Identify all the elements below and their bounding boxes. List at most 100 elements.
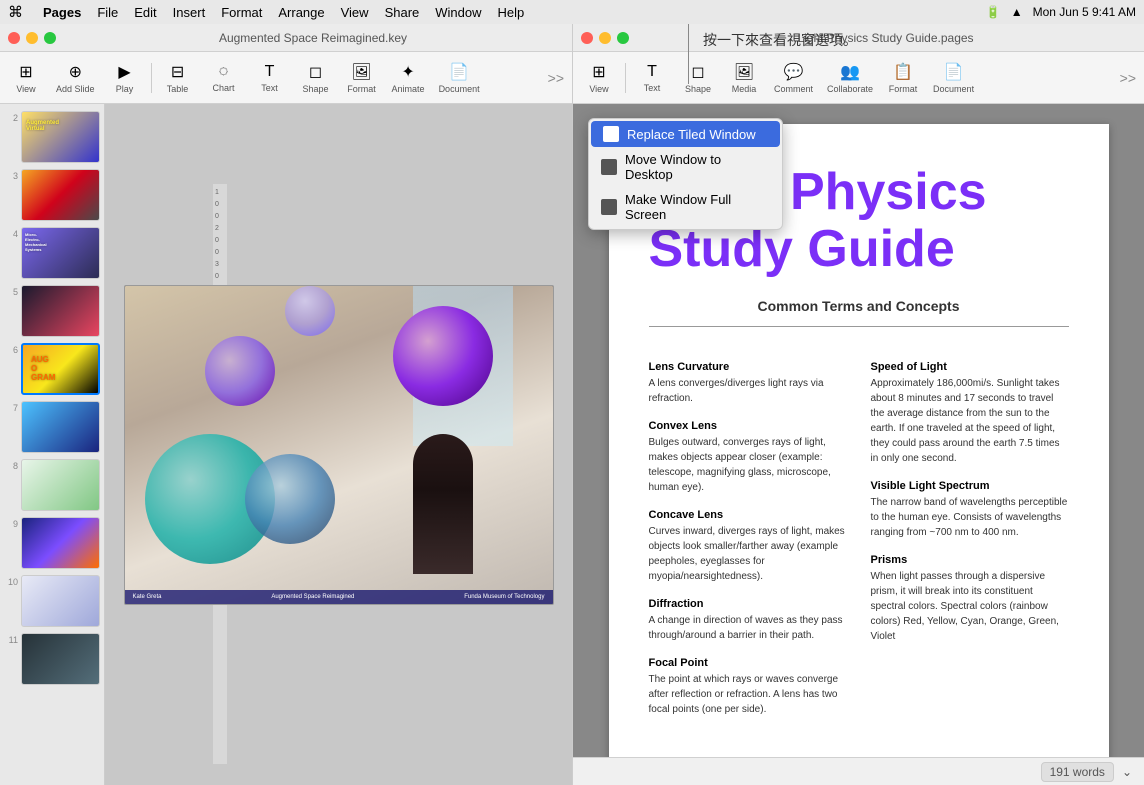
footer-left: Kate Greta — [133, 594, 162, 600]
toolbar-view[interactable]: ⊞View — [4, 58, 48, 98]
pages-window-title: Light Physics Study Guide.pages — [635, 31, 1136, 45]
pages-min-button[interactable] — [599, 32, 611, 44]
toolbar-text[interactable]: TText — [248, 59, 292, 97]
move-to-desktop-item[interactable]: Move Window to Desktop — [589, 147, 782, 187]
toolbar-animate[interactable]: ✦Animate — [386, 58, 431, 98]
sphere-violet — [205, 336, 275, 406]
term-def: Curves inward, diverges rays of light, m… — [649, 524, 847, 584]
make-fullscreen-item[interactable]: Make Window Full Screen — [589, 187, 782, 227]
keynote-window: Augmented Space Reimagined.key ⊞View ⊕Ad… — [0, 24, 573, 785]
sep1 — [625, 63, 626, 93]
sphere-blue — [245, 454, 335, 544]
list-item[interactable]: 8 — [0, 456, 104, 514]
menu-edit[interactable]: Edit — [134, 5, 156, 20]
pages-toolbar-comment[interactable]: 💬Comment — [768, 58, 819, 98]
list-item[interactable]: 5 — [0, 282, 104, 340]
window-options-dropdown[interactable]: Replace Tiled Window Move Window to Desk… — [588, 118, 783, 230]
apple-menu[interactable]: ⌘ — [8, 3, 23, 21]
pages-max-button[interactable] — [617, 32, 629, 44]
split-layout: Augmented Space Reimagined.key ⊞View ⊕Ad… — [0, 24, 1144, 785]
move-window-icon — [601, 159, 617, 175]
slide-person — [413, 434, 473, 574]
toolbar-expand[interactable]: >> — [544, 66, 568, 90]
pages-toolbar-shape[interactable]: ◻Shape — [676, 58, 720, 98]
term-label: Diffraction — [649, 598, 847, 610]
pages-close-button[interactable] — [581, 32, 593, 44]
word-count[interactable]: 191 words — [1041, 762, 1114, 782]
move-desktop-label: Move Window to Desktop — [625, 152, 770, 182]
menubar: ⌘ Pages File Edit Insert Format Arrange … — [0, 0, 1144, 24]
term-label: Lens Curvature — [649, 361, 847, 373]
term-label: Focal Point — [649, 657, 847, 669]
pages-toolbar-format[interactable]: 📋Format — [881, 58, 925, 98]
term-def: The narrow band of wavelengths perceptib… — [871, 495, 1069, 540]
list-item[interactable]: 3 — [0, 166, 104, 224]
slide-main: Kate Greta Augmented Space Reimagined Fu… — [124, 285, 554, 605]
menu-pages[interactable]: Pages — [43, 5, 81, 20]
pages-toolbar-document[interactable]: 📄Document — [927, 58, 980, 98]
slide-footer: Kate Greta Augmented Space Reimagined Fu… — [125, 590, 553, 604]
minimize-button[interactable] — [26, 32, 38, 44]
doc-terms-grid: Lens Curvature A lens converges/diverges… — [649, 347, 1069, 717]
toolbar-table[interactable]: ⊟Table — [156, 58, 200, 98]
view-icon: ⊞ — [19, 62, 32, 82]
keynote-window-title: Augmented Space Reimagined.key — [62, 31, 564, 45]
chevron-up-down-icon[interactable]: ⌄ — [1122, 765, 1132, 779]
menu-insert[interactable]: Insert — [173, 5, 206, 20]
toolbar-add-slide[interactable]: ⊕Add Slide — [50, 58, 101, 98]
pages-toolbar-text[interactable]: TText — [630, 59, 674, 97]
menu-window[interactable]: Window — [435, 5, 481, 20]
datetime: Mon Jun 5 9:41 AM — [1033, 5, 1136, 19]
tooltip-line — [688, 24, 689, 84]
fullscreen-label: Make Window Full Screen — [625, 192, 770, 222]
pages-toolbar-collaborate[interactable]: 👥Collaborate — [821, 58, 879, 98]
term-label: Concave Lens — [649, 509, 847, 521]
replace-window-icon — [603, 126, 619, 142]
animate-icon: ✦ — [401, 62, 414, 82]
sphere-lavender — [285, 286, 335, 336]
menu-arrange[interactable]: Arrange — [278, 5, 324, 20]
menubar-right: 🔋 ▲ Mon Jun 5 9:41 AM — [986, 5, 1136, 19]
doc-divider — [649, 326, 1069, 327]
pages-toolbar-media[interactable]: 🖼Media — [722, 58, 766, 98]
term-def: When light passes through a dispersive p… — [871, 569, 1069, 644]
list-item[interactable]: 7 — [0, 398, 104, 456]
table-icon: ⊟ — [171, 62, 184, 82]
collaborate-icon: 👥 — [840, 62, 860, 82]
footer-right: Funda Museum of Technology — [464, 594, 544, 600]
toolbar-format[interactable]: 🖼Format — [340, 58, 384, 98]
add-icon: ⊕ — [69, 62, 82, 82]
menu-view[interactable]: View — [341, 5, 369, 20]
toolbar-chart[interactable]: ◌Chart — [202, 59, 246, 97]
toolbar-document[interactable]: 📄Document — [433, 58, 486, 98]
menu-help[interactable]: Help — [498, 5, 525, 20]
menu-share[interactable]: Share — [385, 5, 420, 20]
list-item[interactable]: 9 — [0, 514, 104, 572]
pages-toolbar-view[interactable]: ⊞View — [577, 58, 621, 98]
term-label: Speed of Light — [871, 361, 1069, 373]
menu-file[interactable]: File — [97, 5, 118, 20]
list-item[interactable]: 11 — [0, 630, 104, 688]
sep1 — [151, 63, 152, 93]
list-item[interactable]: 6 AUGOGRAM — [0, 340, 104, 398]
doc-col-left: Lens Curvature A lens converges/diverges… — [649, 347, 847, 717]
toolbar-shape[interactable]: ◻Shape — [294, 58, 338, 98]
list-item[interactable]: 10 — [0, 572, 104, 630]
shape-icon: ◻ — [309, 62, 322, 82]
pages-titlebar: Light Physics Study Guide.pages — [573, 24, 1144, 52]
footer-center: Augmented Space Reimagined — [271, 594, 354, 600]
term-def: A lens converges/diverges light rays via… — [649, 376, 847, 406]
slide-canvas: 1 0 0 2 0 0 3 0 0 4 0 0 5 0 0 6 0 — [105, 104, 572, 785]
term-label: Prisms — [871, 554, 1069, 566]
close-button[interactable] — [8, 32, 20, 44]
slide-thumbnails[interactable]: 2 AugmentedVirtual 3 4 Micro-Electro-Mec… — [0, 104, 105, 785]
wifi-icon: ▲ — [1011, 5, 1023, 19]
toolbar-play[interactable]: ▶Play — [103, 58, 147, 98]
maximize-button[interactable] — [44, 32, 56, 44]
replace-tiled-window-item[interactable]: Replace Tiled Window — [591, 121, 780, 147]
list-item[interactable]: 4 Micro-Electro-MechanicalSystems — [0, 224, 104, 282]
term-def: The point at which rays or waves converg… — [649, 672, 847, 717]
list-item[interactable]: 2 AugmentedVirtual — [0, 108, 104, 166]
pages-toolbar-expand[interactable]: >> — [1116, 66, 1140, 90]
menu-format[interactable]: Format — [221, 5, 262, 20]
